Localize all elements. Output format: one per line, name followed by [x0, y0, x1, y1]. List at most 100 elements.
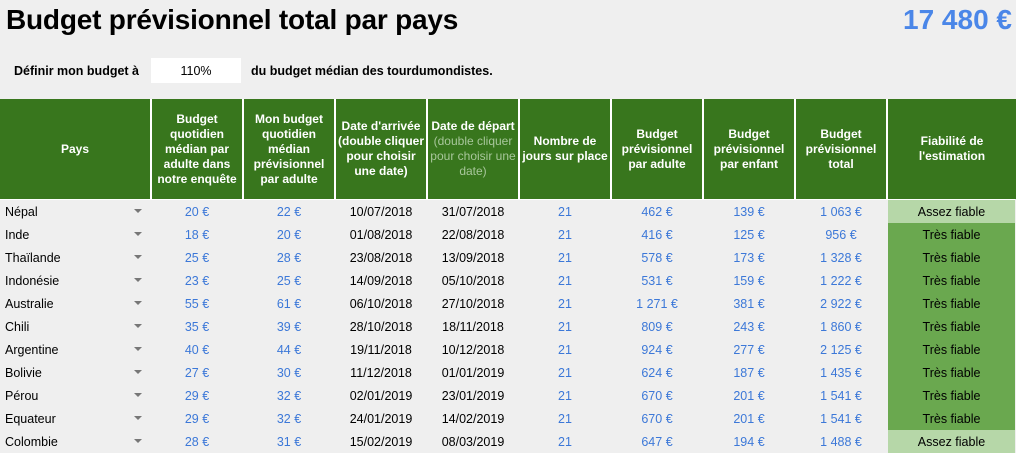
cell-mon-budget[interactable]: 39 € — [243, 315, 336, 338]
cell-date-depart[interactable]: 22/08/2018 — [427, 223, 520, 246]
cell-nb-jours[interactable]: 21 — [519, 407, 612, 430]
cell-budget-adulte[interactable]: 578 € — [611, 246, 704, 269]
cell-date-depart[interactable]: 13/09/2018 — [427, 246, 520, 269]
cell-mon-budget[interactable]: 25 € — [243, 269, 336, 292]
dropdown-caret-icon[interactable] — [134, 301, 142, 305]
cell-pays[interactable]: Bolivie — [0, 361, 152, 384]
cell-budget-enfant[interactable]: 381 € — [703, 292, 796, 315]
cell-budget-total[interactable]: 1 063 € — [795, 199, 888, 223]
cell-date-arrivee[interactable]: 28/10/2018 — [335, 315, 428, 338]
cell-fiabilite[interactable]: Très fiable — [887, 407, 1016, 430]
cell-pays[interactable]: Inde — [0, 223, 152, 246]
cell-pays[interactable]: Argentine — [0, 338, 152, 361]
cell-pays[interactable]: Pérou — [0, 384, 152, 407]
header-budget-median[interactable]: Budget quotidien médian par adulte dans … — [151, 99, 244, 200]
cell-budget-adulte[interactable]: 416 € — [611, 223, 704, 246]
cell-budget-enfant[interactable]: 139 € — [703, 199, 796, 223]
cell-date-depart[interactable]: 10/12/2018 — [427, 338, 520, 361]
cell-budget-total[interactable]: 956 € — [795, 223, 888, 246]
cell-date-depart[interactable]: 01/01/2019 — [427, 361, 520, 384]
cell-budget-enfant[interactable]: 125 € — [703, 223, 796, 246]
cell-date-depart[interactable]: 14/02/2019 — [427, 407, 520, 430]
cell-fiabilite[interactable]: Très fiable — [887, 338, 1016, 361]
cell-mon-budget[interactable]: 44 € — [243, 338, 336, 361]
cell-mon-budget[interactable]: 32 € — [243, 407, 336, 430]
dropdown-caret-icon[interactable] — [134, 324, 142, 328]
header-budget-enfant[interactable]: Budget prévisionnel par enfant — [703, 99, 796, 200]
cell-fiabilite[interactable]: Assez fiable — [887, 199, 1016, 223]
cell-nb-jours[interactable]: 21 — [519, 361, 612, 384]
cell-budget-enfant[interactable]: 277 € — [703, 338, 796, 361]
header-fiabilite[interactable]: Fiabilité de l'estimation — [887, 99, 1016, 200]
cell-mon-budget[interactable]: 30 € — [243, 361, 336, 384]
cell-budget-adulte[interactable]: 624 € — [611, 361, 704, 384]
cell-budget-median[interactable]: 35 € — [151, 315, 244, 338]
dropdown-caret-icon[interactable] — [134, 232, 142, 236]
cell-budget-enfant[interactable]: 159 € — [703, 269, 796, 292]
header-pays[interactable]: Pays — [0, 99, 152, 200]
cell-budget-total[interactable]: 2 922 € — [795, 292, 888, 315]
dropdown-caret-icon[interactable] — [134, 278, 142, 282]
cell-budget-total[interactable]: 2 125 € — [795, 338, 888, 361]
cell-pays[interactable]: Indonésie — [0, 269, 152, 292]
cell-date-arrivee[interactable]: 02/01/2019 — [335, 384, 428, 407]
cell-budget-enfant[interactable]: 173 € — [703, 246, 796, 269]
header-budget-adulte[interactable]: Budget prévisionnel par adulte — [611, 99, 704, 200]
header-budget-total[interactable]: Budget prévisionnel total — [795, 99, 888, 200]
cell-budget-adulte[interactable]: 809 € — [611, 315, 704, 338]
cell-fiabilite[interactable]: Très fiable — [887, 292, 1016, 315]
cell-nb-jours[interactable]: 21 — [519, 246, 612, 269]
cell-date-depart[interactable]: 18/11/2018 — [427, 315, 520, 338]
cell-budget-enfant[interactable]: 243 € — [703, 315, 796, 338]
cell-date-arrivee[interactable]: 19/11/2018 — [335, 338, 428, 361]
cell-fiabilite[interactable]: Très fiable — [887, 223, 1016, 246]
budget-percent-input[interactable] — [151, 58, 241, 83]
cell-budget-median[interactable]: 20 € — [151, 199, 244, 223]
cell-nb-jours[interactable]: 21 — [519, 269, 612, 292]
cell-date-arrivee[interactable]: 14/09/2018 — [335, 269, 428, 292]
cell-mon-budget[interactable]: 28 € — [243, 246, 336, 269]
cell-budget-adulte[interactable]: 531 € — [611, 269, 704, 292]
cell-budget-adulte[interactable]: 1 271 € — [611, 292, 704, 315]
cell-budget-median[interactable]: 23 € — [151, 269, 244, 292]
cell-budget-median[interactable]: 25 € — [151, 246, 244, 269]
cell-date-arrivee[interactable]: 06/10/2018 — [335, 292, 428, 315]
cell-budget-median[interactable]: 29 € — [151, 384, 244, 407]
cell-budget-median[interactable]: 18 € — [151, 223, 244, 246]
cell-budget-median[interactable]: 27 € — [151, 361, 244, 384]
cell-date-arrivee[interactable]: 01/08/2018 — [335, 223, 428, 246]
cell-mon-budget[interactable]: 61 € — [243, 292, 336, 315]
cell-budget-adulte[interactable]: 924 € — [611, 338, 704, 361]
cell-mon-budget[interactable]: 22 € — [243, 199, 336, 223]
header-nb-jours[interactable]: Nombre de jours sur place — [519, 99, 612, 200]
dropdown-caret-icon[interactable] — [134, 347, 142, 351]
cell-pays[interactable]: Thaïlande — [0, 246, 152, 269]
dropdown-caret-icon[interactable] — [134, 439, 142, 443]
cell-date-arrivee[interactable]: 10/07/2018 — [335, 199, 428, 223]
cell-budget-total[interactable]: 1 541 € — [795, 384, 888, 407]
cell-budget-adulte[interactable]: 670 € — [611, 384, 704, 407]
dropdown-caret-icon[interactable] — [134, 416, 142, 420]
cell-budget-enfant[interactable]: 201 € — [703, 407, 796, 430]
cell-pays[interactable]: Chili — [0, 315, 152, 338]
cell-pays[interactable]: Equateur — [0, 407, 152, 430]
cell-pays[interactable]: Australie — [0, 292, 152, 315]
cell-budget-total[interactable]: 1 860 € — [795, 315, 888, 338]
cell-nb-jours[interactable]: 21 — [519, 199, 612, 223]
cell-fiabilite[interactable]: Très fiable — [887, 361, 1016, 384]
cell-date-arrivee[interactable]: 24/01/2019 — [335, 407, 428, 430]
cell-budget-total[interactable]: 1 328 € — [795, 246, 888, 269]
cell-fiabilite[interactable]: Très fiable — [887, 246, 1016, 269]
cell-budget-total[interactable]: 1 222 € — [795, 269, 888, 292]
cell-date-depart[interactable]: 23/01/2019 — [427, 384, 520, 407]
header-date-depart[interactable]: Date de départ (double cliquer pour choi… — [427, 99, 520, 200]
dropdown-caret-icon[interactable] — [134, 370, 142, 374]
cell-fiabilite[interactable]: Très fiable — [887, 269, 1016, 292]
cell-budget-median[interactable]: 29 € — [151, 407, 244, 430]
cell-nb-jours[interactable]: 21 — [519, 338, 612, 361]
cell-nb-jours[interactable]: 21 — [519, 223, 612, 246]
dropdown-caret-icon[interactable] — [134, 255, 142, 259]
cell-budget-adulte[interactable]: 670 € — [611, 407, 704, 430]
cell-budget-median[interactable]: 55 € — [151, 292, 244, 315]
cell-mon-budget[interactable]: 32 € — [243, 384, 336, 407]
